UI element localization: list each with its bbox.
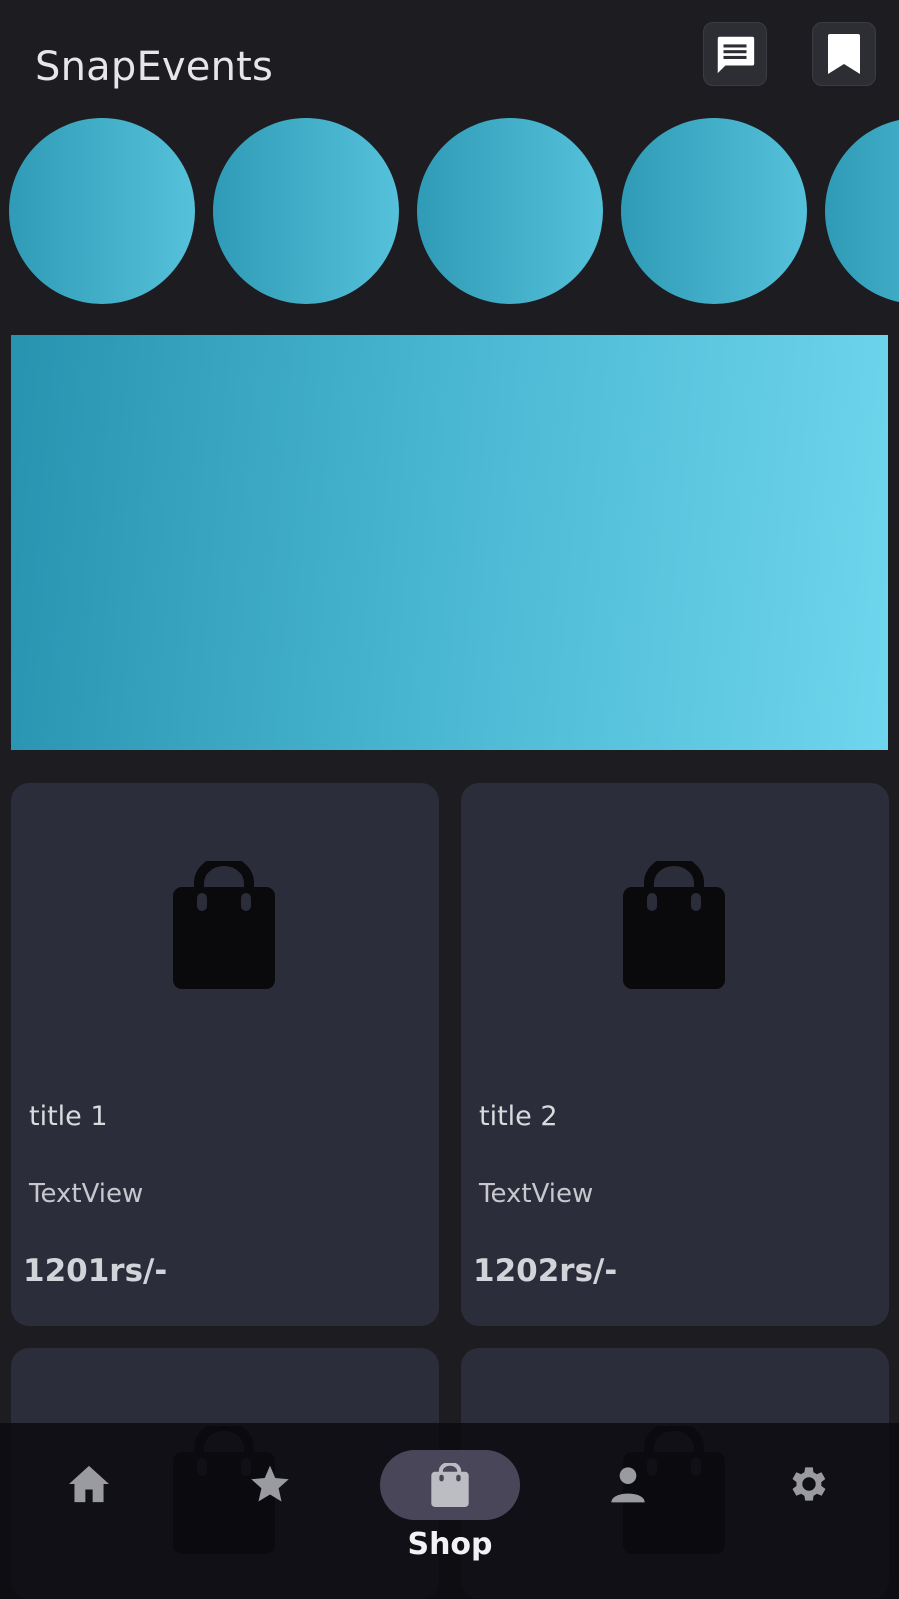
gear-icon [792,1467,826,1501]
bottom-navigation: Shop [0,1423,899,1599]
story-circle[interactable] [9,118,195,304]
product-description: TextView [479,1179,594,1209]
product-title: title 2 [479,1101,558,1132]
chat-button[interactable] [703,22,767,86]
product-price: 1202rs/- [473,1253,618,1289]
bookmark-button[interactable] [812,22,876,86]
product-price: 1201rs/- [23,1253,168,1289]
nav-settings[interactable] [782,1457,836,1511]
shopping-bag-icon [173,861,275,989]
shopping-bag-icon [431,1463,469,1507]
product-card[interactable]: title 2 TextView 1202rs/- [461,783,889,1326]
stories-row [0,118,899,304]
product-title: title 1 [29,1101,108,1132]
story-circle[interactable] [417,118,603,304]
app-screen: SnapEvents title 1 TextView 1201rs/- tit… [0,0,899,1599]
star-icon [251,1465,289,1502]
promo-banner[interactable] [11,335,888,750]
nav-shop[interactable] [380,1450,520,1520]
story-circle[interactable] [213,118,399,304]
app-title: SnapEvents [35,44,274,90]
product-description: TextView [29,1179,144,1209]
home-icon [69,1465,109,1503]
nav-profile[interactable] [601,1457,655,1511]
shopping-bag-icon [623,861,725,989]
person-icon [611,1467,645,1503]
nav-home[interactable] [62,1457,116,1511]
nav-shop-label: Shop [407,1527,493,1562]
story-circle[interactable] [621,118,807,304]
story-circle[interactable] [825,118,899,304]
nav-favorites[interactable] [243,1457,297,1511]
product-card[interactable]: title 1 TextView 1201rs/- [11,783,439,1326]
bookmark-icon [828,34,860,74]
chat-icon [717,36,755,74]
